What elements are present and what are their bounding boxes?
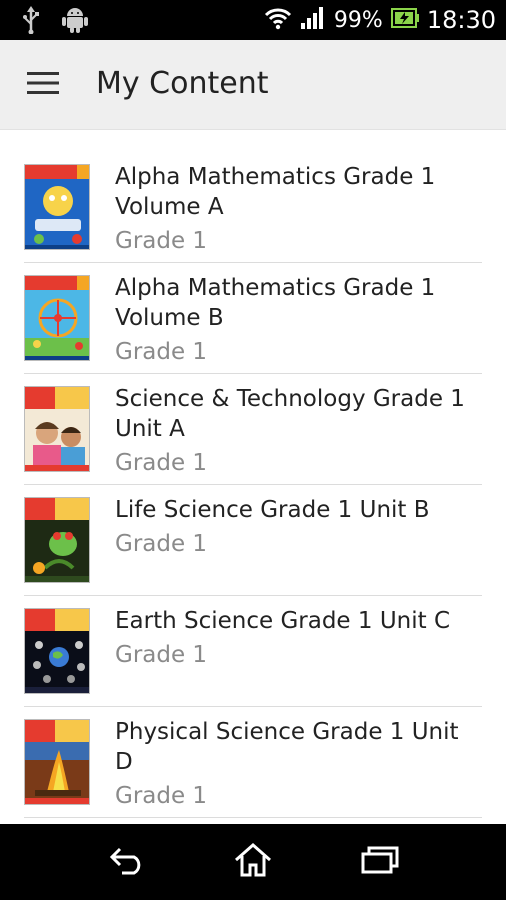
- item-title: Earth Science Grade 1 Unit C: [115, 608, 451, 634]
- status-bar: 99% 18:30: [0, 0, 506, 40]
- alpha-science-cover: [24, 497, 90, 583]
- hamburger-menu-icon: [27, 71, 59, 100]
- list-item[interactable]: Alpha Mathematics Grade 1 Volume A Grade…: [24, 152, 482, 263]
- alpha-mathematics-cover: [24, 275, 90, 361]
- content-list: Alpha Mathematics Grade 1 Volume A Grade…: [0, 152, 506, 818]
- item-subtitle: Grade 1: [115, 228, 208, 254]
- item-title: Alpha Mathematics Grade 1 Volume B: [115, 275, 436, 331]
- screen: 99% 18:30 My Content Alpha Mathematics G…: [0, 0, 506, 900]
- item-text: Alpha Mathematics Grade 1 Volume A Grade…: [115, 152, 482, 262]
- menu-button[interactable]: [18, 62, 68, 108]
- alpha-science-cover: [24, 719, 90, 805]
- list-item[interactable]: Earth Science Grade 1 Unit C Grade 1: [24, 596, 482, 707]
- recent-apps-icon: [360, 845, 400, 880]
- item-subtitle: Grade 1: [115, 531, 208, 557]
- back-button[interactable]: [98, 838, 158, 886]
- usb-icon: [22, 6, 40, 39]
- item-text: Life Science Grade 1 Unit B Grade 1: [115, 485, 430, 595]
- list-item[interactable]: Alpha Mathematics Grade 1 Volume B Grade…: [24, 263, 482, 374]
- signal-icon: [300, 6, 326, 35]
- item-title: Physical Science Grade 1 Unit D: [115, 719, 459, 775]
- home-icon: [233, 842, 273, 883]
- list-item[interactable]: Science & Technology Grade 1 Unit A Grad…: [24, 374, 482, 485]
- recent-apps-button[interactable]: [350, 838, 410, 886]
- status-left-icons: [22, 6, 88, 39]
- item-title: Life Science Grade 1 Unit B: [115, 497, 430, 523]
- battery-icon: [390, 7, 419, 34]
- clock: 18:30: [426, 6, 496, 34]
- item-title: Alpha Mathematics Grade 1 Volume A: [115, 164, 436, 220]
- page-title: My Content: [96, 66, 269, 101]
- home-button[interactable]: [223, 838, 283, 886]
- navigation-bar: [0, 824, 506, 900]
- item-text: Alpha Mathematics Grade 1 Volume B Grade…: [115, 263, 482, 373]
- item-text: Science & Technology Grade 1 Unit A Grad…: [115, 374, 482, 484]
- list-item[interactable]: Life Science Grade 1 Unit B Grade 1: [24, 485, 482, 596]
- app-bar: My Content: [0, 40, 506, 130]
- item-subtitle: Grade 1: [115, 450, 208, 476]
- list-item[interactable]: Physical Science Grade 1 Unit D Grade 1: [24, 707, 482, 818]
- item-title: Science & Technology Grade 1 Unit A: [115, 386, 465, 442]
- battery-percent: 99%: [333, 7, 383, 33]
- alpha-science-cover: [24, 386, 90, 472]
- item-subtitle: Grade 1: [115, 642, 208, 668]
- alpha-mathematics-cover: [24, 164, 90, 250]
- wifi-icon: [264, 6, 292, 35]
- item-subtitle: Grade 1: [115, 339, 208, 365]
- item-text: Physical Science Grade 1 Unit D Grade 1: [115, 707, 482, 817]
- back-icon: [108, 845, 148, 880]
- status-right-icons: 99% 18:30: [264, 0, 496, 40]
- item-subtitle: Grade 1: [115, 783, 208, 809]
- alpha-science-cover: [24, 608, 90, 694]
- item-text: Earth Science Grade 1 Unit C Grade 1: [115, 596, 450, 706]
- android-icon: [62, 6, 88, 39]
